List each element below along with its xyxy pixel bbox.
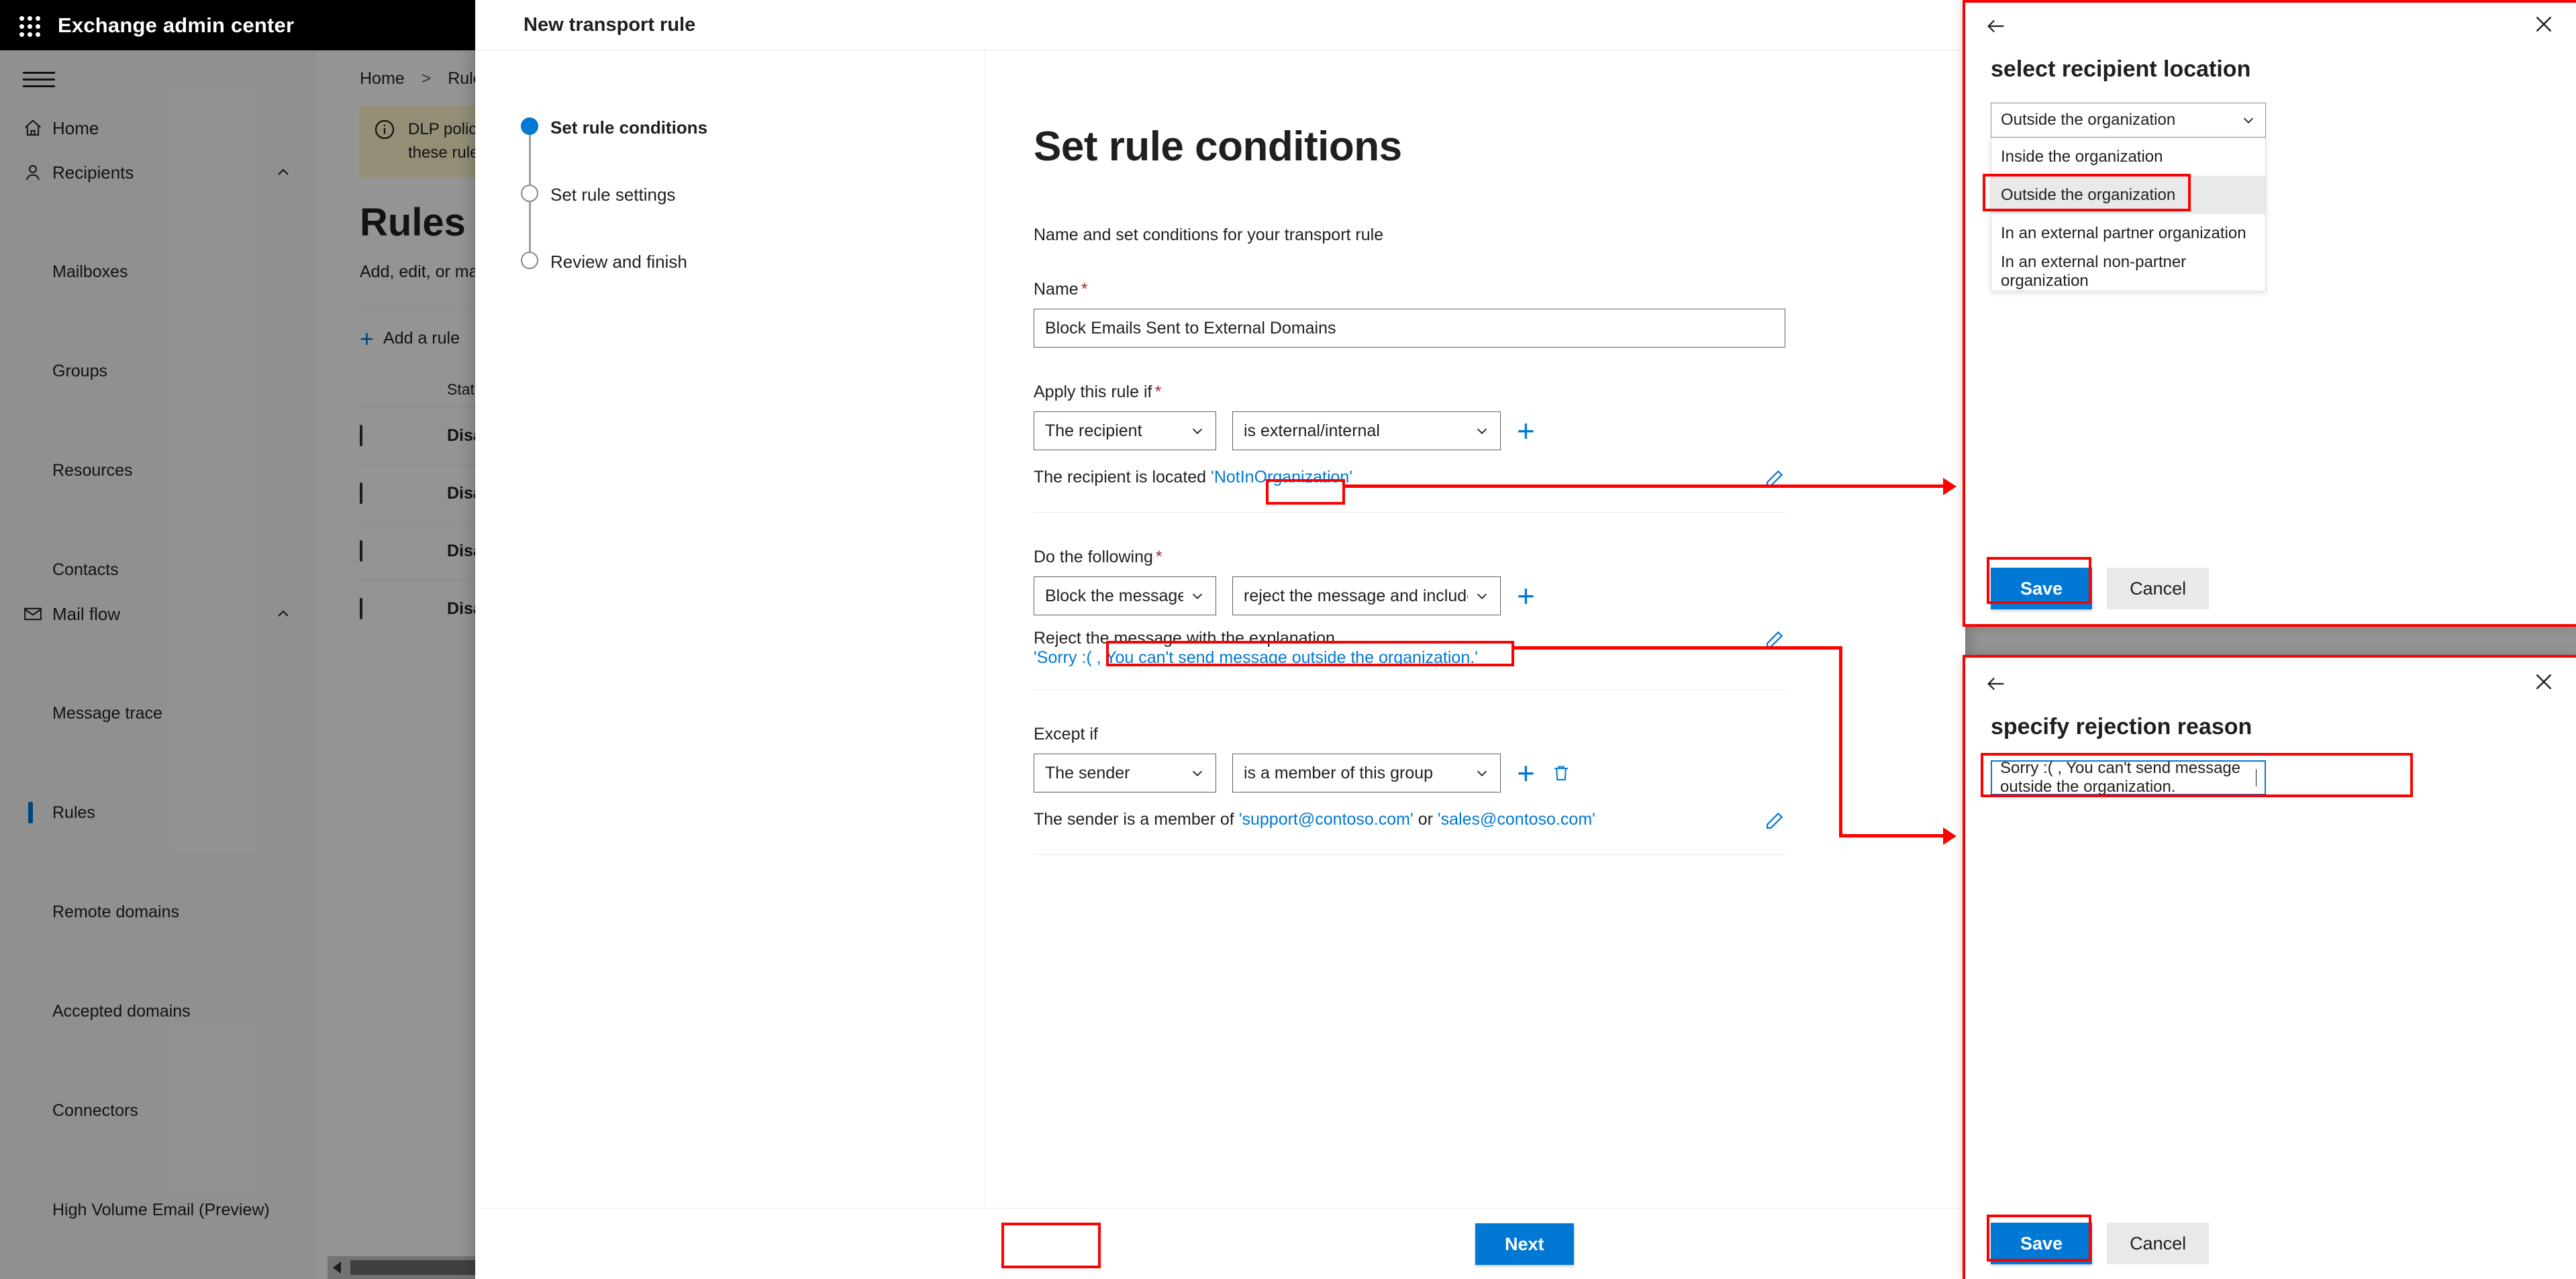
apply-if-condition-select[interactable]: The recipient — [1034, 411, 1216, 450]
wizard-header-title: New transport rule — [475, 0, 1965, 50]
select-recipient-location-flyout: select recipient location Outside the or… — [1965, 0, 2576, 624]
step-indicator-empty — [521, 185, 538, 202]
pencil-icon[interactable] — [1763, 810, 1785, 833]
step-indicator-empty — [521, 252, 538, 269]
chevron-down-icon — [1477, 593, 1487, 599]
rejection-cancel-button[interactable]: Cancel — [2107, 1223, 2210, 1264]
section-divider — [1034, 689, 1785, 690]
apply-if-summary-prefix: The recipient is located — [1034, 468, 1207, 487]
do-following-action-select[interactable]: Block the message — [1034, 576, 1216, 615]
step-connector — [529, 202, 531, 252]
except-if-summary-prefix: The sender is a member of — [1034, 810, 1234, 829]
wizard-heading: Set rule conditions — [1034, 123, 1402, 170]
flyout-rejection-title: specify rejection reason — [1991, 714, 2252, 739]
do-following-summary: Reject the message with the explanation … — [1034, 629, 1756, 668]
except-if-summary: The sender is a member of 'support@conto… — [1034, 810, 1756, 829]
section-divider — [1034, 854, 1785, 855]
close-icon[interactable] — [2532, 670, 2556, 694]
apply-if-summary-value[interactable]: 'NotInOrganization' — [1211, 468, 1352, 487]
wizard-step-set-rule-conditions[interactable]: Set rule conditions — [491, 117, 985, 185]
do-following-summary-prefix: Reject the message with the explanation — [1034, 629, 1335, 648]
text-caret — [2256, 769, 2257, 786]
do-following-summary-value[interactable]: 'Sorry :( , You can't send message outsi… — [1034, 648, 1478, 667]
chevron-down-icon — [1192, 593, 1203, 599]
step-label: Review and finish — [550, 252, 687, 272]
pencil-icon[interactable] — [1763, 629, 1785, 652]
chevron-down-icon — [1477, 428, 1487, 434]
name-field-label: Name * — [1034, 280, 1088, 299]
except-if-label: Except if — [1034, 725, 1098, 744]
do-following-label: Do the following * — [1034, 548, 1162, 566]
apply-if-summary: The recipient is located 'NotInOrganizat… — [1034, 468, 1756, 487]
flyout-location-title: select recipient location — [1991, 56, 2251, 82]
option-in-an-external-partner-organization[interactable]: In an external partner organization — [1991, 214, 2265, 252]
required-marker: * — [1155, 548, 1162, 566]
step-connector — [529, 135, 531, 185]
rule-name-input[interactable]: Block Emails Sent to External Domains — [1034, 309, 1785, 348]
step-indicator-filled — [521, 117, 538, 135]
add-exception-button[interactable]: + — [1517, 758, 1535, 788]
except-if-summary-value-1[interactable]: 'support@contoso.com' — [1239, 810, 1414, 829]
app-title: Exchange admin center — [58, 13, 295, 37]
add-condition-button[interactable]: + — [1517, 415, 1535, 446]
apply-if-label: Apply this rule if * — [1034, 382, 1162, 401]
rejection-reason-value: Sorry :( , You can't send message outsid… — [2000, 759, 2241, 796]
next-button[interactable]: Next — [1475, 1223, 1574, 1265]
wizard-step-list: Set rule conditions Set rule settings Re… — [475, 50, 985, 1208]
wizard-footer: Next — [475, 1208, 1965, 1279]
trash-icon[interactable] — [1551, 762, 1571, 784]
location-cancel-button[interactable]: Cancel — [2107, 568, 2210, 609]
except-if-condition-select[interactable]: The sender — [1034, 754, 1216, 792]
except-if-summary-value-2[interactable]: 'sales@contoso.com' — [1438, 810, 1595, 829]
required-marker: * — [1081, 280, 1088, 299]
chevron-down-icon — [2243, 117, 2254, 123]
recipient-location-dropdown-menu: Inside the organization Outside the orga… — [1991, 138, 2266, 291]
specify-rejection-reason-flyout: specify rejection reason Sorry :( , You … — [1965, 658, 2576, 1279]
except-if-predicate-select[interactable]: is a member of this group — [1232, 754, 1501, 792]
new-transport-rule-wizard: New transport rule Set rule conditions S… — [475, 0, 1965, 1279]
rejection-save-button[interactable]: Save — [1991, 1223, 2093, 1264]
chevron-down-icon — [1192, 428, 1203, 434]
wizard-step-review-and-finish[interactable]: Review and finish — [491, 252, 985, 319]
do-following-detail-select[interactable]: reject the message and include an exp... — [1232, 576, 1501, 615]
option-outside-the-organization[interactable]: Outside the organization — [1991, 176, 2265, 214]
step-label: Set rule settings — [550, 185, 676, 205]
chevron-down-icon — [1192, 770, 1203, 776]
required-marker: * — [1154, 382, 1162, 401]
back-arrow-icon[interactable] — [1983, 672, 2010, 695]
chevron-down-icon — [1477, 770, 1487, 776]
recipient-location-select[interactable]: Outside the organization — [1991, 103, 2266, 138]
add-action-button[interactable]: + — [1517, 580, 1535, 611]
wizard-step-set-rule-settings[interactable]: Set rule settings — [491, 185, 985, 252]
section-divider — [1034, 512, 1785, 513]
close-icon[interactable] — [2532, 12, 2556, 36]
option-in-an-external-non-partner-organization[interactable]: In an external non-partner organization — [1991, 252, 2265, 291]
rejection-reason-input[interactable]: Sorry :( , You can't send message outsid… — [1991, 759, 2266, 796]
option-inside-the-organization[interactable]: Inside the organization — [1991, 138, 2265, 176]
location-save-button[interactable]: Save — [1991, 568, 2093, 609]
app-launcher-icon[interactable] — [17, 14, 40, 37]
pencil-icon[interactable] — [1763, 468, 1785, 491]
apply-if-predicate-select[interactable]: is external/internal — [1232, 411, 1501, 450]
step-label: Set rule conditions — [550, 117, 708, 138]
except-if-summary-joiner: or — [1418, 810, 1433, 829]
back-arrow-icon[interactable] — [1983, 15, 2010, 38]
wizard-description: Name and set conditions for your transpo… — [1034, 225, 1384, 244]
wizard-main-content: Set rule conditions Name and set conditi… — [985, 50, 1965, 1208]
